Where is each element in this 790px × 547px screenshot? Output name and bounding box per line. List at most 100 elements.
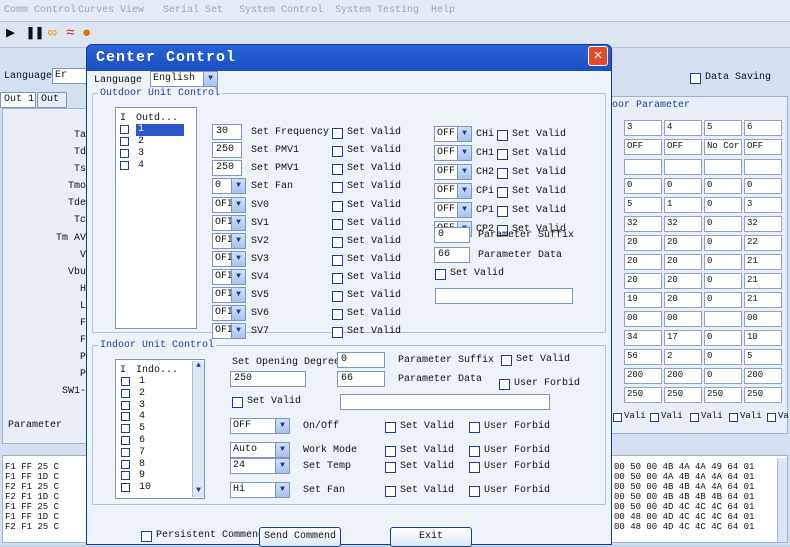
- indoor-unit-item[interactable]: 6: [139, 435, 145, 446]
- left-row-set-valid-checkbox[interactable]: [332, 128, 343, 139]
- menu-comm-control[interactable]: Comm Control: [4, 5, 76, 16]
- right-row-set-valid-checkbox[interactable]: [497, 168, 508, 179]
- left-row-set-valid-checkbox[interactable]: [332, 237, 343, 248]
- send-command-button[interactable]: Send Commend: [259, 527, 341, 547]
- menu-curves-view[interactable]: Curves View: [78, 5, 144, 16]
- indoor-unit-checkbox[interactable]: [121, 400, 130, 410]
- right-row-set-valid-checkbox[interactable]: [497, 130, 508, 141]
- indoor-unit-checkbox[interactable]: [121, 483, 130, 493]
- indoor-row-user-forbid-checkbox[interactable]: [469, 446, 480, 457]
- indoor-row-select[interactable]: Auto ▼: [230, 442, 290, 458]
- record-icon[interactable]: ●: [82, 26, 91, 42]
- indoor-row-user-forbid-checkbox[interactable]: [469, 462, 480, 473]
- outdoor-unit-checkbox[interactable]: [120, 125, 129, 134]
- right-row-select[interactable]: OFF▼: [434, 183, 472, 199]
- indoor-user-forbid-checkbox-1[interactable]: [499, 379, 510, 390]
- indoor-data-input[interactable]: 66: [337, 371, 385, 387]
- indoor-unit-item[interactable]: 4: [139, 411, 145, 422]
- indoor-unit-checkbox[interactable]: [121, 424, 130, 434]
- outdoor-unit-checkbox[interactable]: [120, 149, 129, 158]
- left-row-set-valid-checkbox[interactable]: [332, 182, 343, 193]
- left-row-value[interactable]: 250: [212, 160, 242, 176]
- close-icon[interactable]: ✕: [588, 46, 608, 66]
- left-row-value[interactable]: OFI ▼: [212, 323, 246, 339]
- indoor-unit-item[interactable]: 3: [139, 400, 145, 411]
- opening-value-input[interactable]: 250: [230, 371, 306, 387]
- left-row-value[interactable]: OFI ▼: [212, 251, 246, 267]
- left-row-set-valid-checkbox[interactable]: [332, 201, 343, 212]
- indoor-unit-item[interactable]: 2: [139, 388, 145, 399]
- valid-checkbox[interactable]: [613, 413, 622, 422]
- dialog-language-select[interactable]: English ▼: [150, 71, 218, 87]
- left-row-value[interactable]: OFI ▼: [212, 233, 246, 249]
- left-row-set-valid-checkbox[interactable]: [332, 291, 343, 302]
- left-row-set-valid-checkbox[interactable]: [332, 327, 343, 338]
- curve-icon[interactable]: ∞: [48, 26, 57, 42]
- outdoor-unit-item[interactable]: 2: [138, 136, 144, 147]
- indoor-row-set-valid-checkbox[interactable]: [385, 486, 396, 497]
- indoor-row-set-valid-checkbox[interactable]: [385, 422, 396, 433]
- indoor-set-valid-checkbox-1[interactable]: [501, 355, 512, 366]
- right-row-set-valid-checkbox[interactable]: [497, 206, 508, 217]
- right-row-select[interactable]: OFF▼: [434, 126, 472, 142]
- left-row-value[interactable]: OFI ▼: [212, 197, 246, 213]
- valid-checkbox[interactable]: [650, 413, 659, 422]
- indoor-row-select[interactable]: 24 ▼: [230, 458, 290, 474]
- indoor-unit-checkbox[interactable]: [121, 459, 130, 469]
- left-row-value[interactable]: OFI ▼: [212, 305, 246, 321]
- left-row-value[interactable]: 250: [212, 142, 242, 158]
- indoor-param-text-input[interactable]: [340, 394, 550, 410]
- left-row-value[interactable]: 30: [212, 124, 242, 140]
- indoor-unit-checkbox[interactable]: [121, 436, 130, 445]
- outdoor-unit-checkbox[interactable]: [120, 161, 129, 170]
- scroll-up-icon[interactable]: ▲: [193, 361, 204, 372]
- param-text-input[interactable]: [435, 288, 573, 304]
- indoor-row-select[interactable]: Hi ▼: [230, 482, 290, 498]
- left-row-set-valid-checkbox[interactable]: [332, 255, 343, 266]
- indoor-unit-item[interactable]: 1: [139, 376, 145, 387]
- indoor-unit-checkbox[interactable]: [121, 377, 130, 386]
- outdoor-unit-item[interactable]: 4: [138, 160, 144, 171]
- indoor-unit-item[interactable]: 8: [139, 459, 145, 470]
- persistent-command-checkbox[interactable]: [141, 531, 152, 542]
- indoor-set-valid-checkbox-2[interactable]: [232, 397, 243, 408]
- tab-out-2[interactable]: Out: [37, 92, 67, 108]
- indoor-row-select[interactable]: OFF ▼: [230, 418, 290, 434]
- param-data-input[interactable]: 66: [434, 247, 470, 263]
- param-set-valid-checkbox[interactable]: [435, 269, 446, 280]
- right-row-set-valid-checkbox[interactable]: [497, 187, 508, 198]
- exit-button[interactable]: Exit: [390, 527, 472, 547]
- left-row-value[interactable]: OFI ▼: [212, 269, 246, 285]
- left-row-set-valid-checkbox[interactable]: [332, 164, 343, 175]
- indoor-unit-checkbox[interactable]: [121, 412, 130, 422]
- menu-serial-set[interactable]: Serial Set: [163, 5, 223, 16]
- indoor-unit-item[interactable]: 10: [139, 482, 151, 493]
- indoor-list-scrollbar[interactable]: [192, 361, 204, 497]
- valid-checkbox[interactable]: [729, 413, 738, 422]
- indoor-row-set-valid-checkbox[interactable]: [385, 462, 396, 473]
- scroll-down-icon[interactable]: ▼: [193, 486, 204, 497]
- indoor-unit-checkbox[interactable]: [121, 447, 130, 457]
- left-row-value[interactable]: 0 ▼: [212, 178, 246, 194]
- right-row-set-valid-checkbox[interactable]: [497, 149, 508, 160]
- menu-system-control[interactable]: System Control: [239, 5, 323, 16]
- indoor-unit-item[interactable]: 5: [139, 423, 145, 434]
- right-row-select[interactable]: OFF▼: [434, 202, 472, 218]
- data-saving-checkbox[interactable]: [690, 73, 701, 84]
- outdoor-unit-item[interactable]: 3: [138, 148, 144, 159]
- opening-degree-input[interactable]: 0: [337, 352, 385, 368]
- menu-system-testing[interactable]: System Testing: [335, 5, 419, 16]
- right-row-select[interactable]: OFF▼: [434, 145, 472, 161]
- valid-checkbox[interactable]: [690, 413, 699, 422]
- left-row-set-valid-checkbox[interactable]: [332, 219, 343, 230]
- indoor-row-set-valid-checkbox[interactable]: [385, 446, 396, 457]
- tab-out-1[interactable]: Out 1: [0, 92, 36, 108]
- wave-icon[interactable]: ≈: [66, 26, 75, 42]
- indoor-unit-item[interactable]: 7: [139, 447, 145, 458]
- right-row-select[interactable]: OFF▼: [434, 164, 472, 180]
- outdoor-unit-checkbox[interactable]: [120, 137, 129, 146]
- indoor-unit-item[interactable]: 9: [139, 470, 145, 481]
- left-row-value[interactable]: OFI ▼: [212, 287, 246, 303]
- log-scrollbar[interactable]: [777, 458, 787, 542]
- left-row-set-valid-checkbox[interactable]: [332, 309, 343, 320]
